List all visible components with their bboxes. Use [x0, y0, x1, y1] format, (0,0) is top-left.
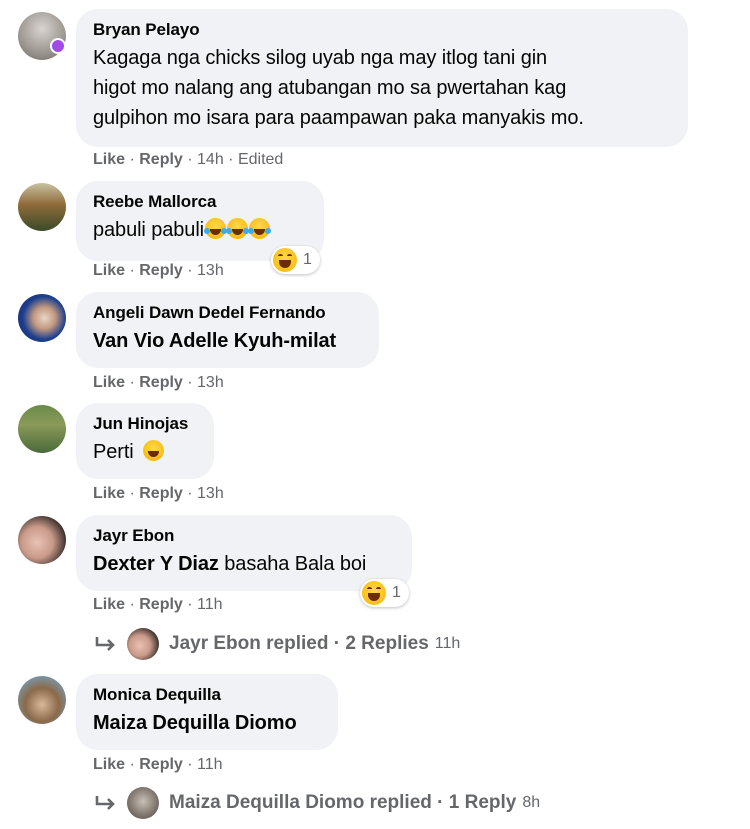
avatar[interactable]	[18, 405, 66, 453]
mention-link[interactable]: Van Vio Adelle Kyuh-milat	[93, 326, 363, 356]
comment-bubble: Monica Dequilla Maiza Dequilla Diomo	[76, 674, 338, 750]
comment-text: pabuli pabuli	[93, 215, 308, 245]
comment-bubble: Bryan Pelayo Kagaga nga chicks silog uya…	[76, 9, 688, 147]
view-replies-link[interactable]: Maiza Dequilla Diomo replied · 1 Reply 8…	[95, 786, 540, 820]
haha-reaction-icon	[273, 248, 297, 272]
reply-button[interactable]: Reply	[139, 151, 183, 168]
reaction-count: 1	[303, 251, 312, 268]
timestamp[interactable]: 13h	[197, 374, 224, 391]
mention-link[interactable]: Dexter Y Diaz	[93, 553, 219, 575]
comment-text: Kagaga nga chicks silog uyab nga may itl…	[93, 47, 584, 129]
reply-button[interactable]: Reply	[139, 262, 183, 279]
comment-bubble: Jun Hinojas Perti	[76, 403, 214, 479]
comment-actions: Like · Reply · 13h	[93, 374, 224, 391]
view-replies-link[interactable]: Jayr Ebon replied · 2 Replies 11h	[95, 627, 460, 661]
avatar[interactable]	[18, 294, 66, 342]
mention-link[interactable]: Maiza Dequilla Diomo	[93, 708, 322, 738]
timestamp[interactable]: 11h	[197, 756, 223, 773]
rofl-emoji-icon	[226, 218, 250, 239]
like-button[interactable]: Like	[93, 262, 125, 279]
comment-text: Dexter Y Diaz basaha Bala boi	[93, 553, 367, 575]
avatar[interactable]	[18, 676, 66, 724]
comment-author[interactable]: Jun Hinojas	[93, 413, 198, 435]
reply-button[interactable]: Reply	[139, 596, 183, 613]
comment-actions: Like · Reply · 11h	[93, 596, 223, 613]
laughing-emoji-icon	[143, 440, 165, 461]
like-button[interactable]: Like	[93, 151, 125, 168]
rofl-emoji-icon	[248, 218, 272, 239]
reaction-badge[interactable]: 1	[360, 579, 409, 607]
reaction-count: 1	[392, 584, 401, 601]
comment-actions: Like · Reply · 14h · Edited	[93, 151, 284, 168]
comment-bubble: Angeli Dawn Dedel Fernando Van Vio Adell…	[76, 292, 379, 368]
like-button[interactable]: Like	[93, 756, 125, 773]
timestamp: 11h	[434, 635, 461, 652]
timestamp[interactable]: 14h	[197, 151, 224, 168]
avatar[interactable]	[18, 516, 66, 564]
reply-button[interactable]: Reply	[139, 756, 183, 773]
comment-actions: Like · Reply · 13h	[93, 262, 224, 279]
reply-arrow-icon	[95, 796, 115, 810]
timestamp[interactable]: 13h	[197, 485, 224, 502]
avatar	[127, 628, 159, 660]
avatar[interactable]	[18, 183, 66, 231]
comment-author[interactable]: Reebe Mallorca	[93, 191, 308, 213]
comment-actions: Like · Reply · 13h	[93, 485, 224, 502]
comment-bubble: Jayr Ebon Dexter Y Diaz basaha Bala boi	[76, 515, 412, 591]
comment-actions: Like · Reply · 11h	[93, 756, 223, 773]
comment-text: Perti	[93, 437, 198, 467]
reaction-badge[interactable]: 1	[271, 246, 320, 274]
like-button[interactable]: Like	[93, 374, 125, 391]
comment-author[interactable]: Monica Dequilla	[93, 684, 322, 706]
reply-arrow-icon	[95, 637, 115, 651]
comment-author[interactable]: Jayr Ebon	[93, 525, 396, 547]
timestamp[interactable]: 13h	[197, 262, 224, 279]
comment-author[interactable]: Bryan Pelayo	[93, 19, 672, 41]
status-badge	[50, 38, 66, 54]
timestamp[interactable]: 11h	[197, 596, 223, 613]
haha-reaction-icon	[362, 581, 386, 605]
comment-author[interactable]: Angeli Dawn Dedel Fernando	[93, 302, 363, 324]
reply-button[interactable]: Reply	[139, 374, 183, 391]
rofl-emoji-icon	[204, 218, 228, 239]
avatar	[127, 787, 159, 819]
reply-button[interactable]: Reply	[139, 485, 183, 502]
edited-label: Edited	[237, 151, 284, 168]
timestamp: 8h	[522, 794, 541, 811]
like-button[interactable]: Like	[93, 485, 125, 502]
like-button[interactable]: Like	[93, 596, 125, 613]
